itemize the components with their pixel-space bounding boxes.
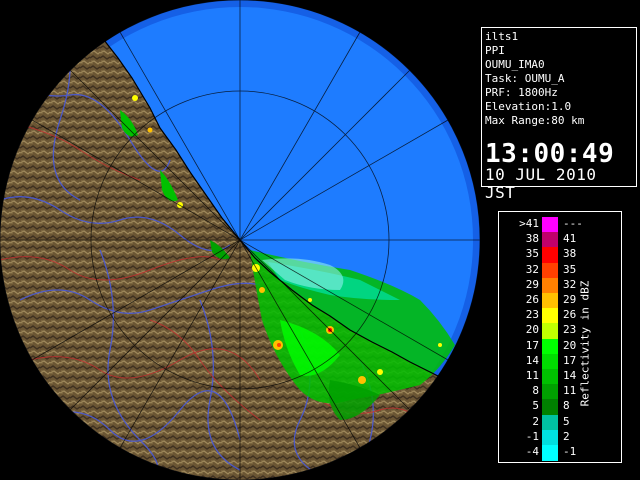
legend-swatch	[542, 429, 558, 446]
color-legend: >41 --- 38 41 35 38 32 35 29 32 26 29 23 26 20 23 17 20 14…	[498, 211, 622, 463]
legend-swatch	[542, 323, 558, 340]
legend-swatch	[542, 399, 558, 416]
scan-date: 10 JUL 2010 JST	[485, 165, 597, 202]
legend-high-label: 14	[563, 369, 577, 382]
legend-high-label: 23	[563, 323, 577, 337]
prf-value: PRF: 1800Hz	[485, 86, 558, 99]
legend-low-label: 38	[525, 232, 539, 246]
legend-high-label: 8	[563, 399, 570, 413]
image-id: OUMU_IMA0	[485, 58, 545, 71]
legend-low-label: 11	[525, 369, 539, 382]
legend-low-label: 14	[525, 353, 539, 367]
scan-mode: PPI	[485, 44, 505, 57]
scan-info-panel: ilts1 PPI OUMU_IMA0 Task: OUMU_A PRF: 18…	[481, 27, 637, 202]
legend-high-label: 41	[563, 232, 577, 246]
legend-low-label: 26	[525, 293, 539, 306]
legend-unit-label: Reflectivity in dBZ	[578, 280, 592, 407]
legend-swatch	[542, 338, 558, 355]
legend-swatch	[542, 217, 558, 233]
legend-swatch	[542, 414, 558, 431]
legend-swatch	[542, 293, 558, 309]
legend-low-label: 20	[525, 323, 539, 337]
legend-low-label: 29	[525, 277, 539, 291]
legend-high-label: 38	[563, 247, 577, 261]
radar-name: ilts1	[485, 30, 519, 43]
legend-high-label: 17	[563, 353, 577, 367]
task-name: Task: OUMU_A	[485, 72, 565, 85]
legend-high-label: 5	[563, 414, 570, 428]
legend-low-label: 5	[532, 399, 539, 413]
legend-high-label: 2	[563, 429, 570, 443]
max-range: Max Range:80 km	[485, 114, 585, 127]
legend-low-label: 8	[532, 384, 539, 398]
radar-ppi-map	[0, 0, 480, 480]
legend-low-label: -4	[525, 445, 539, 458]
legend-swatch	[542, 262, 558, 279]
legend-swatch	[542, 384, 558, 400]
legend-high-label: 32	[563, 277, 577, 291]
legend-high-label: 29	[563, 293, 577, 306]
legend-high-label: 11	[563, 384, 577, 398]
legend-high-label: -1	[563, 445, 577, 458]
legend-swatch	[542, 232, 558, 248]
legend-swatch	[542, 353, 558, 370]
elevation-value: Elevation:1.0	[485, 100, 572, 113]
legend-low-label: 32	[525, 262, 539, 276]
legend-low-label: 2	[532, 414, 539, 428]
legend-swatch	[542, 445, 558, 461]
legend-swatch	[542, 308, 558, 324]
legend-high-label: 20	[563, 338, 577, 352]
legend-swatch	[542, 247, 558, 264]
legend-swatch	[542, 277, 558, 294]
legend-swatch	[542, 369, 558, 385]
legend-low-label: >41	[519, 217, 539, 230]
radar-display: ilts1 PPI OUMU_IMA0 Task: OUMU_A PRF: 18…	[0, 0, 640, 480]
legend-high-label: ---	[563, 217, 583, 230]
legend-low-label: 35	[525, 247, 539, 261]
legend-low-label: 23	[525, 308, 539, 322]
legend-high-label: 26	[563, 308, 577, 322]
legend-high-label: 35	[563, 262, 577, 276]
legend-low-label: -1	[525, 429, 539, 443]
legend-low-label: 17	[525, 338, 539, 352]
